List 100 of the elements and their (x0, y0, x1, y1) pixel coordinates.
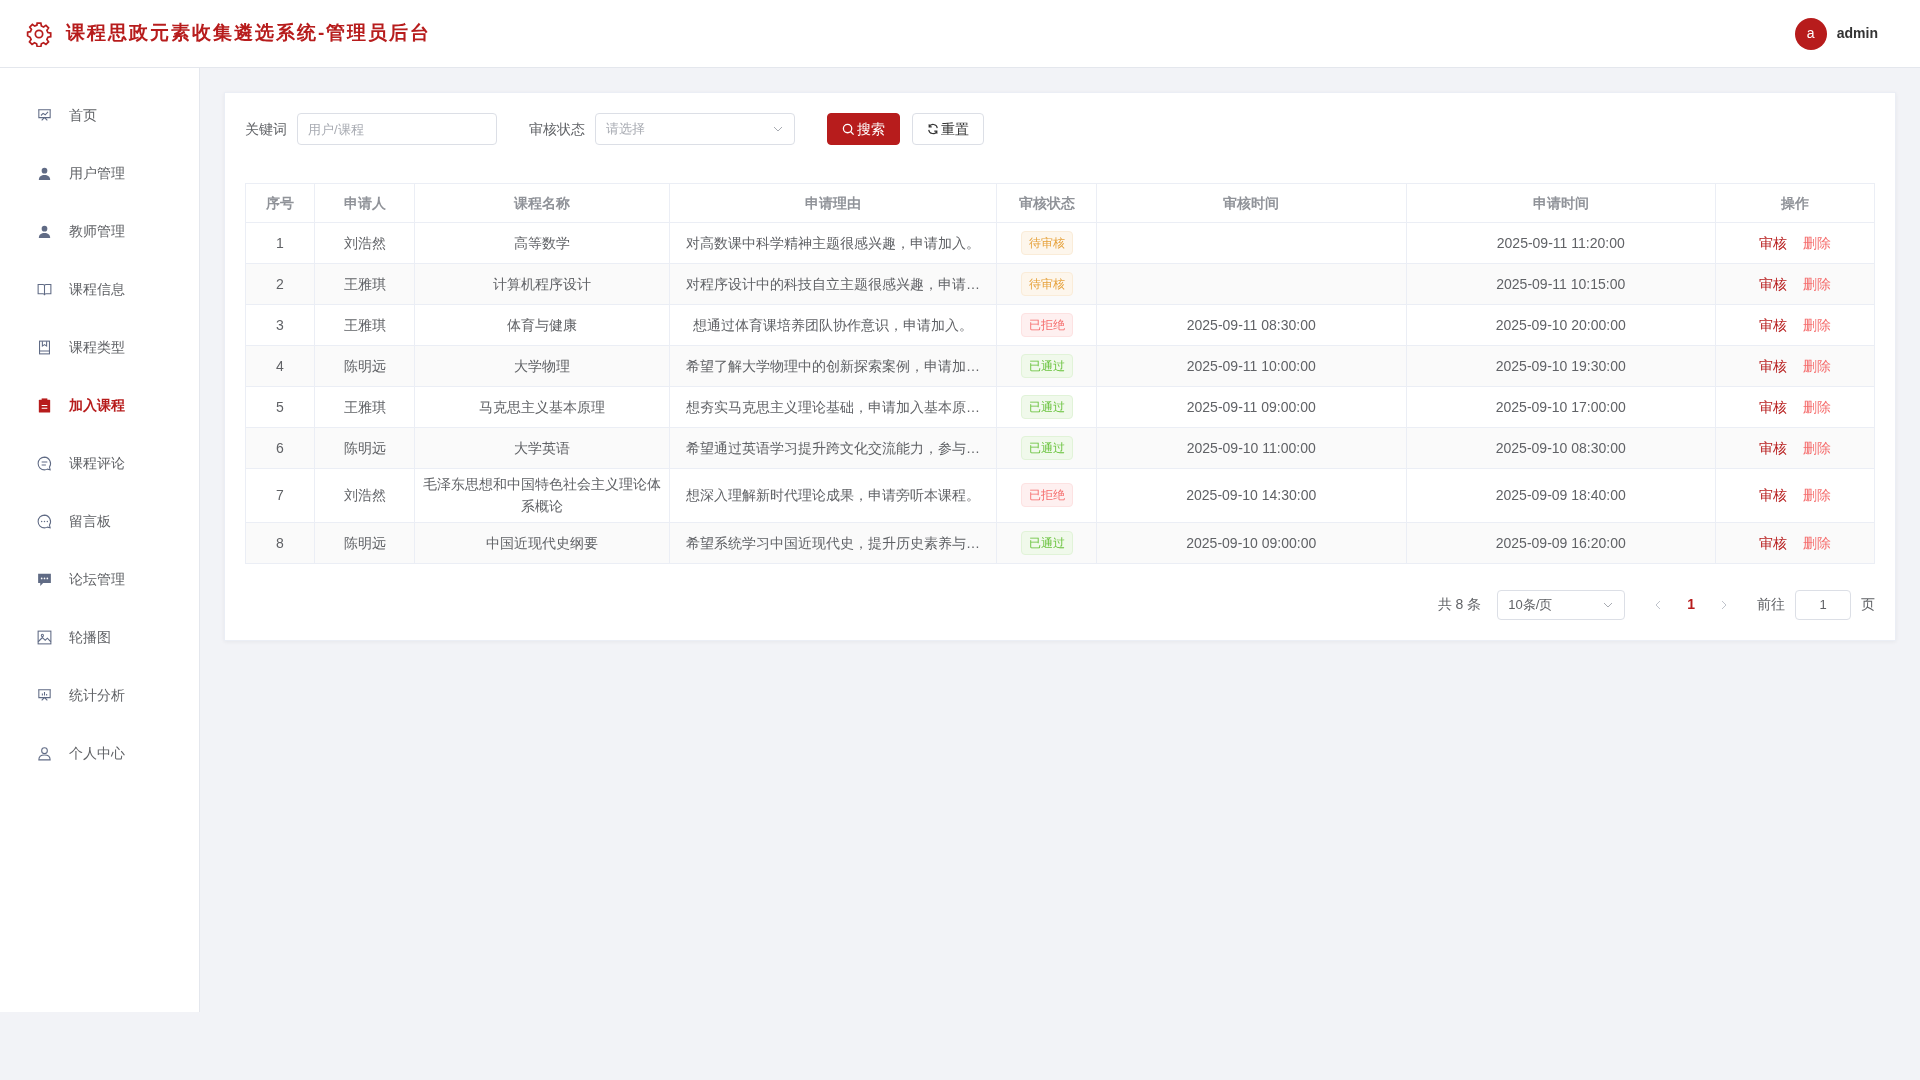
table-cell: 2 (245, 263, 315, 305)
table-cell: 8 (245, 522, 315, 564)
status-tag: 已通过 (1020, 354, 1073, 378)
table-cell: 2025-09-10 20:00:00 (1406, 304, 1716, 346)
review-link[interactable]: 审核 (1759, 439, 1787, 456)
table-cell: 2025-09-11 09:00:00 (1096, 386, 1406, 428)
table-cell: 3 (245, 304, 315, 346)
chart-board-icon (36, 106, 53, 124)
review-link[interactable]: 审核 (1759, 534, 1787, 551)
search-button[interactable]: 搜索 (827, 113, 900, 145)
column-header: 申请人 (314, 183, 415, 223)
table-cell: 想通过体育课培养团队协作意识，申请加入。 (669, 304, 997, 346)
review-link[interactable]: 审核 (1759, 487, 1787, 504)
status-tag: 已通过 (1020, 395, 1073, 419)
review-link[interactable]: 审核 (1759, 234, 1787, 251)
table-cell: 陈明远 (314, 345, 415, 387)
table-cell: 对程序设计中的科技自立主题很感兴趣，申请… (669, 263, 997, 305)
table-cell: 大学物理 (414, 345, 670, 387)
app-title: 课程思政元素收集遴选系统-管理员后台 (66, 21, 432, 46)
table-cell: 王雅琪 (314, 304, 415, 346)
table-cell: 4 (245, 345, 315, 387)
table-cell: 马克思主义基本原理 (414, 386, 670, 428)
next-page-icon[interactable] (1719, 599, 1729, 610)
review-link[interactable]: 审核 (1759, 357, 1787, 374)
gear-icon (26, 20, 52, 47)
sidebar-item[interactable]: 加入课程 (0, 376, 199, 434)
page-field[interactable]: 1 (1795, 589, 1851, 620)
total-count: 共 8 条 (1437, 595, 1482, 615)
sidebar-item[interactable]: 个人中心 (0, 724, 199, 782)
user-name[interactable]: admin (1836, 23, 1878, 44)
chat-bubble-icon (36, 512, 53, 530)
chart-board-icon (36, 686, 53, 704)
table-cell: 2025-09-09 18:40:00 (1406, 468, 1716, 523)
table-cell: 毛泽东思想和中国特色社会主义理论体系概论 (414, 468, 670, 523)
table-cell: 2025-09-10 11:00:00 (1096, 427, 1406, 469)
table-cell: 2025-09-10 08:30:00 (1406, 427, 1716, 469)
sidebar-item[interactable]: 首页 (0, 86, 199, 144)
table-cell: 7 (245, 468, 315, 523)
sidebar-item[interactable]: 课程信息 (0, 260, 199, 318)
table-cell: 陈明远 (314, 522, 415, 564)
table-cell: 刘浩然 (314, 222, 415, 264)
status-tag: 已拒绝 (1020, 483, 1073, 508)
sidebar-item[interactable]: 统计分析 (0, 666, 199, 724)
table-cell: 大学英语 (414, 427, 670, 469)
sidebar-item[interactable]: 用户管理 (0, 144, 199, 202)
table-cell: 2025-09-10 17:00:00 (1406, 386, 1716, 428)
review-link[interactable]: 审核 (1759, 275, 1787, 292)
review-link[interactable]: 审核 (1759, 398, 1787, 415)
table-cell: 2025-09-11 08:30:00 (1096, 304, 1406, 346)
column-header: 序号 (245, 183, 315, 223)
table-cell: 2025-09-10 19:30:00 (1406, 345, 1716, 387)
sidebar-item[interactable]: 教师管理 (0, 202, 199, 260)
table-cell: 6 (245, 427, 315, 469)
table-cell: 想深入理解新时代理论成果，申请旁听本课程。 (669, 468, 997, 523)
column-header: 课程名称 (414, 183, 670, 223)
sidebar-item[interactable]: 轮播图 (0, 608, 199, 666)
status-tag: 已通过 (1020, 436, 1073, 460)
column-header: 审核时间 (1096, 183, 1406, 223)
table-cell: 2025-09-11 10:00:00 (1096, 345, 1406, 387)
table-cell: 想夯实马克思主义理论基础，申请加入基本原… (669, 386, 997, 428)
keyword-field[interactable]: 用户/课程 (297, 113, 497, 145)
table-cell: 希望系统学习中国近现代史，提升历史素养与… (669, 522, 997, 564)
table-cell: 对高数课中科学精神主题很感兴趣，申请加入。 (669, 222, 997, 264)
page-suffix: 页 (1861, 595, 1875, 615)
table-cell: 陈明远 (314, 427, 415, 469)
user-avatar[interactable]: a (1794, 17, 1827, 50)
table-cell: 2025-09-10 09:00:00 (1096, 522, 1406, 564)
table-cell: 2025-09-11 10:15:00 (1406, 263, 1716, 305)
clipboard-icon (36, 396, 53, 414)
table-cell: 2025-09-10 14:30:00 (1096, 468, 1406, 523)
table-cell: 2025-09-09 16:20:00 (1406, 522, 1716, 564)
column-header: 审核状态 (996, 183, 1097, 223)
search-icon (842, 122, 855, 136)
table-cell: 希望通过英语学习提升跨文化交流能力，参与… (669, 427, 997, 469)
table-cell: 体育与健康 (414, 304, 670, 346)
status-tag: 待审核 (1020, 231, 1073, 255)
table-cell: 王雅琪 (314, 386, 415, 428)
image-icon (36, 628, 53, 646)
status-tag: 已通过 (1020, 530, 1073, 555)
sidebar-item[interactable]: 论坛管理 (0, 550, 199, 608)
column-header: 申请时间 (1406, 183, 1716, 223)
table-cell: 5 (245, 386, 315, 428)
status-tag: 已拒绝 (1020, 313, 1073, 337)
sidebar-item[interactable]: 课程评论 (0, 434, 199, 492)
person-outline-icon (36, 744, 53, 762)
refresh-icon (927, 123, 939, 135)
goto-label: 前往 (1757, 595, 1785, 615)
field-label: 关键词 (245, 119, 287, 139)
table-cell: 希望了解大学物理中的创新探索案例，申请加… (669, 345, 997, 387)
table-cell: 2025-09-11 11:20:00 (1406, 222, 1716, 264)
reset-button[interactable]: 重置 (912, 113, 984, 145)
page-number[interactable]: 1 (1687, 594, 1695, 616)
table-cell: 王雅琪 (314, 263, 415, 305)
table-cell: 1 (245, 222, 315, 264)
sidebar-item[interactable]: 留言板 (0, 492, 199, 550)
review-link[interactable]: 审核 (1759, 316, 1787, 333)
sidebar-item[interactable]: 课程类型 (0, 318, 199, 376)
status-tag: 待审核 (1020, 272, 1073, 296)
comment-icon (36, 454, 53, 472)
page-size-select[interactable]: 10条/页 (1497, 589, 1626, 620)
